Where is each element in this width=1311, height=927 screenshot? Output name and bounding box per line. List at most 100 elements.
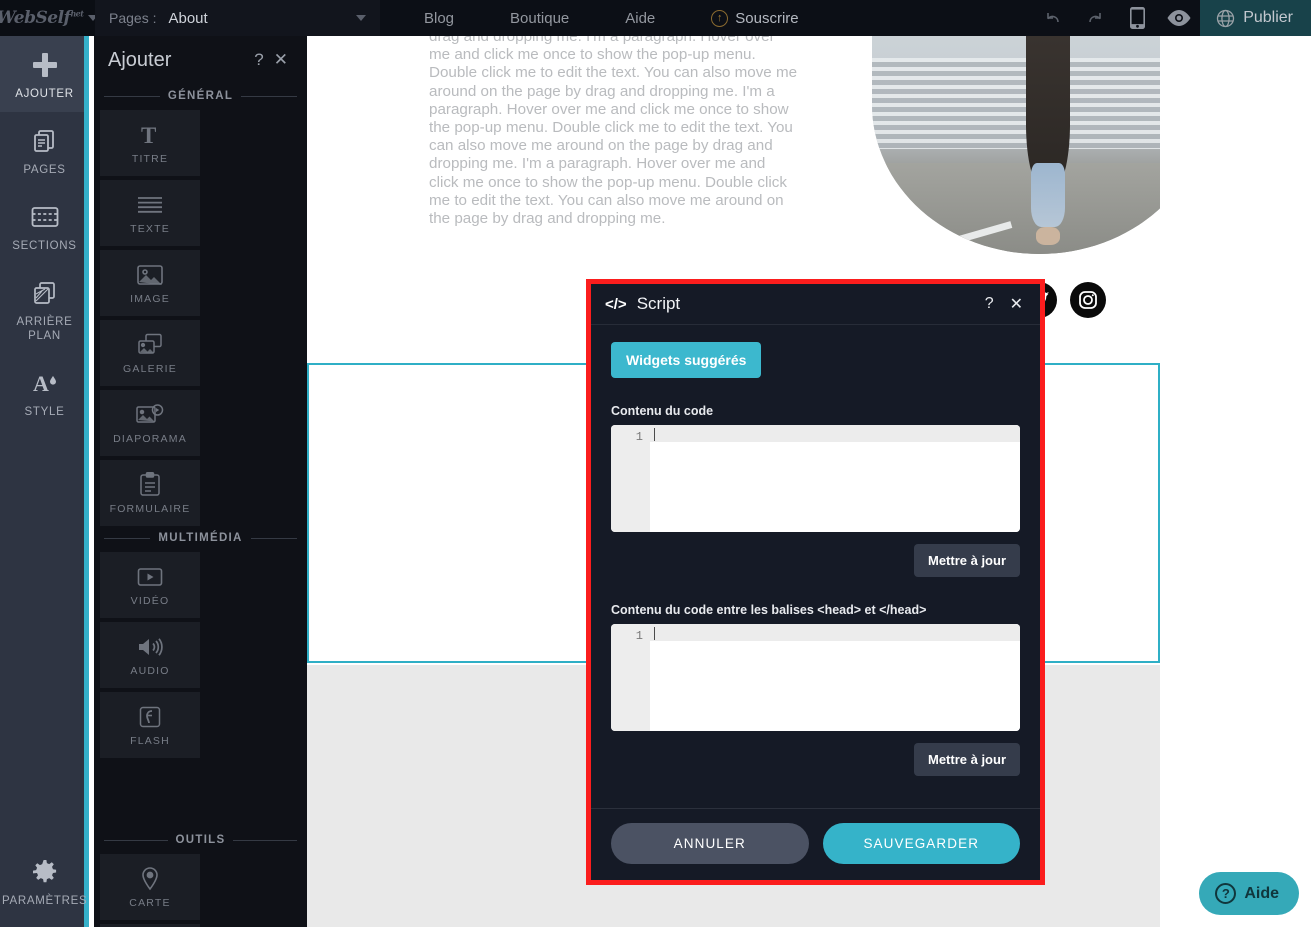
tile-galerie[interactable]: GALERIE <box>100 320 200 386</box>
divider <box>104 537 151 539</box>
instagram-icon[interactable] <box>1070 282 1106 318</box>
top-nav: Blog Boutique Aide ↑ Souscrire <box>396 9 827 27</box>
tile-label: IMAGE <box>130 292 170 305</box>
mobile-preview-icon[interactable] <box>1116 0 1158 36</box>
tile-formulaire[interactable]: FORMULAIRE <box>100 460 200 526</box>
photo-person-jeans <box>1031 162 1065 227</box>
style-icon: A <box>2 367 87 399</box>
tile-label: FORMULAIRE <box>109 502 191 515</box>
category-label: OUTILS <box>175 834 226 846</box>
divider <box>250 537 297 539</box>
tile-video[interactable]: VIDÉO <box>100 552 200 618</box>
svg-text:T: T <box>141 123 156 147</box>
page-selector[interactable]: Pages : About <box>95 0 380 36</box>
nav-souscrire[interactable]: ↑ Souscrire <box>683 9 826 27</box>
code-input-body[interactable] <box>650 425 1020 532</box>
sidebar-label-style: STYLE <box>24 406 65 418</box>
undo-icon[interactable] <box>1032 0 1074 36</box>
dialog-help-icon[interactable]: ? <box>982 295 997 313</box>
tile-flash[interactable]: FLASH <box>100 692 200 758</box>
tile-audio[interactable]: AUDIO <box>100 622 200 688</box>
tiles-general: T TITRE TEXTE IMAGE GALERIE DIAPORAMA FO… <box>94 110 307 526</box>
ajouter-panel: Ajouter ? ✕ GÉNÉRAL T TITRE TEXTE IMAGE <box>94 36 307 927</box>
line-number-gutter: 1 <box>611 624 650 731</box>
sidebar-label-sections: SECTIONS <box>12 240 77 252</box>
sidebar-item-arriere-plan[interactable]: ARRIÈRE PLAN <box>0 264 89 354</box>
sidebar-item-style[interactable]: A STYLE <box>0 354 89 430</box>
nav-aide[interactable]: Aide <box>597 10 683 27</box>
nav-boutique[interactable]: Boutique <box>482 10 597 27</box>
help-chat-label: Aide <box>1244 884 1279 902</box>
nav-blog[interactable]: Blog <box>396 10 482 27</box>
update-head-button[interactable]: Mettre à jour <box>913 743 1020 776</box>
active-line-highlight <box>650 425 1020 442</box>
tile-carte[interactable]: CARTE <box>100 854 200 920</box>
sidebar-label-ajouter: AJOUTER <box>15 88 74 100</box>
redo-icon[interactable] <box>1074 0 1116 36</box>
background-icon <box>2 277 87 309</box>
tile-diaporama[interactable]: DIAPORAMA <box>100 390 200 456</box>
code-input-head[interactable] <box>650 624 1020 731</box>
pages-icon <box>2 125 87 157</box>
divider <box>233 839 297 841</box>
text-caret <box>654 627 655 640</box>
code-editor-head[interactable]: 1 <box>611 624 1020 731</box>
tile-label: AUDIO <box>130 664 170 677</box>
plus-icon <box>2 49 87 81</box>
heading-t-icon: T <box>139 122 161 148</box>
tile-label: CARTE <box>129 896 171 909</box>
sidebar-item-parametres[interactable]: PARAMÈTRES <box>0 843 89 919</box>
sidebar-item-sections[interactable]: SECTIONS <box>0 188 89 264</box>
page-paragraph[interactable]: drag and dropping me. I'm a paragraph. H… <box>429 36 799 228</box>
video-play-icon <box>137 564 163 590</box>
panel-help-icon[interactable]: ? <box>249 50 268 70</box>
tile-texte[interactable]: TEXTE <box>100 180 200 246</box>
sidebar-label-pages: PAGES <box>23 164 66 176</box>
sidebar-item-pages[interactable]: PAGES <box>0 112 89 188</box>
publish-button[interactable]: Publier <box>1200 0 1311 36</box>
tile-label: TEXTE <box>130 222 170 235</box>
dialog-title: Script <box>636 294 681 313</box>
code-editor-body[interactable]: 1 <box>611 425 1020 532</box>
tile-label: GALERIE <box>123 362 177 375</box>
suggested-widgets-button[interactable]: Widgets suggérés <box>611 342 762 378</box>
publish-label: Publier <box>1243 9 1293 26</box>
sidebar-label-parametres: PARAMÈTRES <box>2 895 88 907</box>
category-label: MULTIMÉDIA <box>158 532 243 544</box>
speaker-icon <box>136 634 164 660</box>
panel-close-icon[interactable]: ✕ <box>269 50 293 70</box>
code-brackets-icon: </> <box>605 295 627 313</box>
tile-image[interactable]: IMAGE <box>100 250 200 316</box>
dialog-close-icon[interactable]: ✕ <box>1007 294 1026 314</box>
sidebar-item-ajouter[interactable]: AJOUTER <box>0 36 89 112</box>
help-chat-button[interactable]: ? Aide <box>1199 872 1299 915</box>
top-bar-actions: Publier <box>1032 0 1311 36</box>
cancel-button[interactable]: ANNULER <box>611 823 809 864</box>
dialog-body: Widgets suggérés Contenu du code 1 Mettr… <box>591 325 1040 808</box>
update-body-button[interactable]: Mettre à jour <box>913 544 1020 577</box>
update-row-head: Mettre à jour <box>611 743 1020 776</box>
category-multimedia: MULTIMÉDIA <box>94 526 307 552</box>
save-button[interactable]: SAUVEGARDER <box>822 823 1020 864</box>
page-photo[interactable] <box>872 36 1207 254</box>
brand-menu[interactable]: WebSelfnet <box>0 0 99 36</box>
category-outils: OUTILS <box>94 828 307 854</box>
gallery-icon <box>137 332 163 358</box>
divider <box>104 95 160 97</box>
flash-icon <box>139 704 161 730</box>
tile-label: FLASH <box>130 734 170 747</box>
panel-header: Ajouter ? ✕ <box>94 36 307 84</box>
active-line-highlight <box>650 624 1020 641</box>
current-page-name: About <box>168 9 208 27</box>
rail-accent-strip <box>84 36 89 927</box>
sections-icon <box>2 201 87 233</box>
arrow-up-circle-icon: ↑ <box>711 9 729 27</box>
category-general: GÉNÉRAL <box>94 84 307 110</box>
webself-logo: WebSelfnet <box>0 8 84 28</box>
tile-titre[interactable]: T TITRE <box>100 110 200 176</box>
left-icon-rail: AJOUTER PAGES SECTIONS ARRIÈRE PLAN A ST… <box>0 36 89 927</box>
text-lines-icon <box>137 192 163 218</box>
webself-editor-app: WebSelfnet Pages : About Blog Boutique A… <box>0 0 1311 927</box>
chevron-down-icon[interactable] <box>356 15 366 21</box>
eye-preview-icon[interactable] <box>1158 0 1200 36</box>
